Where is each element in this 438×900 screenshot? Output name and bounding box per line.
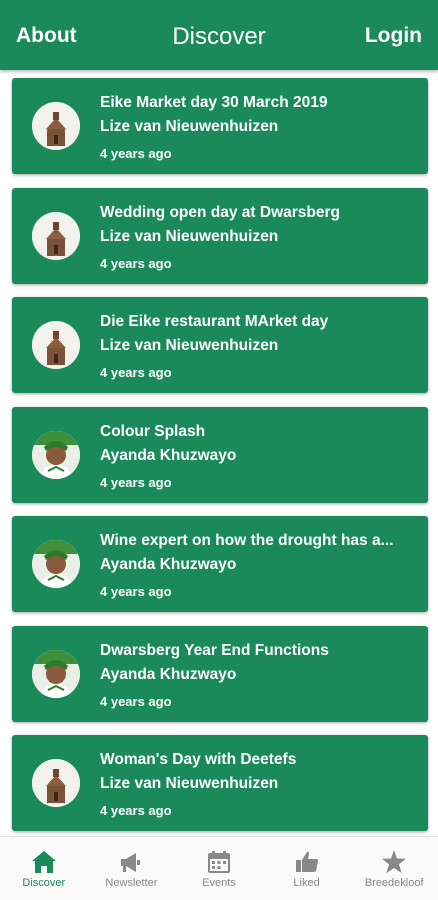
star-icon [382, 850, 407, 873]
tab-label: Events [202, 877, 236, 889]
home-icon [31, 851, 56, 873]
tab-label: Liked [293, 877, 320, 889]
post-title: Wine expert on how the drought has a... [100, 532, 394, 549]
post-feed: Eike Market day 30 March 2019 Lize van N… [12, 78, 428, 845]
post-author: Lize van Nieuwenhuizen [100, 227, 279, 245]
post-title: Dwarsberg Year End Functions [100, 641, 329, 659]
tab-liked[interactable]: Liked [263, 837, 351, 900]
post-time: 4 years ago [100, 693, 172, 709]
post-card[interactable]: Dwarsberg Year End Functions Ayanda Khuz… [12, 625, 428, 722]
post-time: 4 years ago [100, 803, 172, 818]
top-app-bar: About Discover Login [0, 0, 438, 70]
post-card[interactable]: Wedding open day at Dwarsberg Lize van N… [12, 187, 428, 284]
tab-breedekloof[interactable]: Breedekloof [350, 837, 438, 900]
post-card[interactable]: Woman's Day with Deetefs Lize van Nieuwe… [12, 735, 428, 831]
person-avatar [32, 430, 80, 479]
post-title: Wedding open day at Dwarsberg [100, 203, 341, 221]
building-avatar [32, 759, 80, 807]
building-avatar [32, 211, 80, 260]
calendar-icon [207, 851, 230, 873]
post-time: 4 years ago [100, 255, 172, 271]
post-title: Eike Market day 30 March 2019 [100, 94, 328, 111]
post-title: Woman's Day with Deetefs [100, 751, 297, 768]
post-author: Ayanda Khuzwayo [100, 665, 237, 683]
megaphone-icon [121, 853, 141, 872]
post-card[interactable]: Colour Splash Ayanda Khuzwayo 4 years ag… [12, 406, 428, 503]
post-title: Colour Splash [100, 422, 206, 440]
thumbs-up-icon [295, 851, 318, 872]
post-time: 4 years ago [100, 365, 172, 380]
post-author: Lize van Nieuwenhuizen [100, 337, 279, 354]
tab-label: Discover [22, 877, 66, 889]
post-card[interactable]: Eike Market day 30 March 2019 Lize van N… [12, 78, 428, 174]
post-title: Die Eike restaurant MArket day [100, 313, 329, 330]
tab-label: Breedekloof [364, 877, 424, 889]
post-author: Lize van Nieuwenhuizen [100, 775, 279, 792]
person-avatar [32, 540, 80, 588]
tab-events[interactable]: Events [175, 837, 263, 900]
app-root: About Discover Login Eike Market day 30 … [0, 0, 438, 900]
post-card[interactable]: Die Eike restaurant MArket day Lize van … [12, 297, 428, 393]
post-time: 4 years ago [100, 584, 172, 599]
post-author: Ayanda Khuzwayo [100, 556, 237, 573]
post-card[interactable]: Wine expert on how the drought has a... … [12, 516, 428, 612]
tab-newsletter[interactable]: Newsletter [88, 837, 176, 900]
building-avatar [32, 321, 80, 369]
bottom-tab-bar: Discover Newsletter Events Liked Breedek… [0, 836, 438, 900]
post-time: 4 years ago [100, 474, 172, 490]
post-time: 4 years ago [100, 146, 172, 161]
post-author: Ayanda Khuzwayo [100, 446, 237, 464]
tab-label: Newsletter [105, 877, 158, 889]
building-avatar [32, 102, 80, 150]
login-button[interactable]: Login [365, 24, 422, 48]
post-author: Lize van Nieuwenhuizen [100, 118, 279, 135]
tab-discover[interactable]: Discover [0, 837, 88, 900]
person-avatar [32, 649, 80, 698]
